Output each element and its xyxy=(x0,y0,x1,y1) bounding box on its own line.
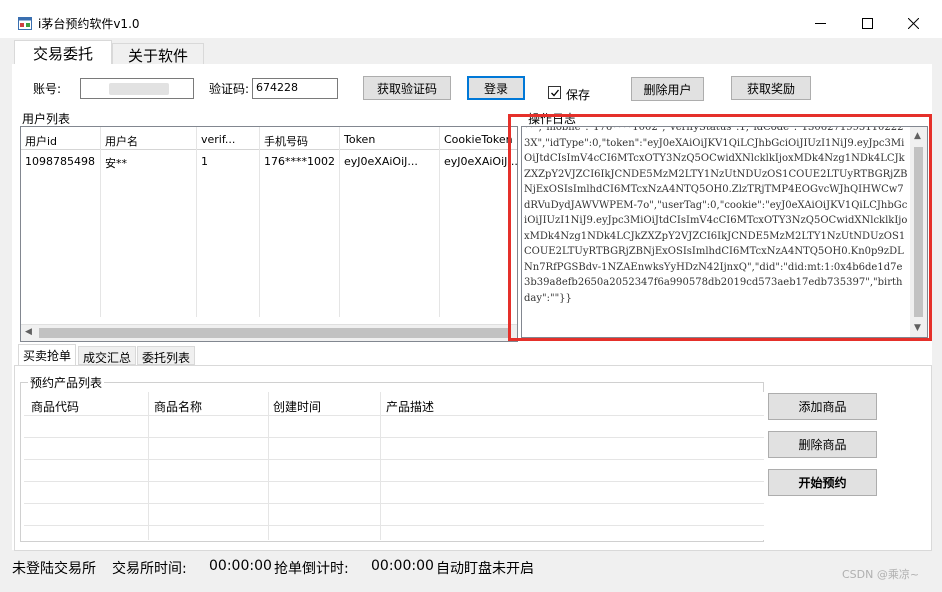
close-button[interactable] xyxy=(890,8,936,38)
tab-trade-entrust[interactable]: 交易委托 xyxy=(14,40,112,65)
col-header-cookie-token[interactable]: CookieToken xyxy=(444,133,517,146)
cell-user-id: 1098785498 xyxy=(25,155,95,168)
header-divider xyxy=(21,149,517,150)
highlight-annotation-box xyxy=(508,114,932,341)
account-label: 账号: xyxy=(33,82,62,96)
tab-buy-sell[interactable]: 买卖抢单 xyxy=(18,344,77,366)
status-bar: 未登陆交易所 交易所时间: 00:00:00 抢单倒计时: 00:00:00 自… xyxy=(0,554,942,582)
start-reservation-button[interactable]: 开始预约 xyxy=(768,469,877,496)
row-divider xyxy=(24,481,764,482)
minimize-button[interactable] xyxy=(797,8,843,38)
save-label: 保存 xyxy=(566,88,591,102)
user-table[interactable]: 用户id 用户名 verif... 手机号码 Token CookieToken… xyxy=(20,126,518,342)
user-table-hscrollbar[interactable]: ◀ xyxy=(21,324,517,341)
maximize-button[interactable] xyxy=(844,8,890,38)
app-window-icon xyxy=(18,17,32,30)
countdown-label: 抢单倒计时: xyxy=(274,561,349,577)
tab-about[interactable]: 关于软件 xyxy=(112,43,204,65)
col-divider xyxy=(439,127,440,317)
col-divider xyxy=(259,127,260,317)
countdown-value: 00:00:00 xyxy=(371,558,434,574)
col-header-username[interactable]: 用户名 xyxy=(105,133,138,149)
account-input[interactable] xyxy=(80,78,194,99)
cell-mobile: 176****1002 xyxy=(264,155,335,168)
col-divider xyxy=(100,127,101,317)
code-label: 验证码: xyxy=(209,82,250,96)
window-title: i茅台预约软件v1.0 xyxy=(38,17,140,31)
get-reward-button[interactable]: 获取奖励 xyxy=(731,76,811,100)
col-header-product-code[interactable]: 商品代码 xyxy=(31,398,79,415)
login-button[interactable]: 登录 xyxy=(467,76,525,100)
checkmark-icon xyxy=(550,89,559,96)
cell-cookie-token: eyJ0eXAiOiJ... xyxy=(444,155,518,168)
delete-user-button[interactable]: 删除用户 xyxy=(631,77,704,101)
get-code-button[interactable]: 获取验证码 xyxy=(363,76,451,100)
cell-verify: 1 xyxy=(201,155,208,168)
minimize-icon xyxy=(814,22,826,24)
save-checkbox[interactable] xyxy=(548,86,561,99)
auto-monitor-status: 自动盯盘未开启 xyxy=(436,561,534,577)
col-divider xyxy=(339,127,340,317)
tab-entrust-list[interactable]: 委托列表 xyxy=(137,346,196,365)
user-list-title: 用户列表 xyxy=(22,112,71,126)
code-input[interactable]: 674228 xyxy=(252,78,338,99)
scroll-left-icon[interactable]: ◀ xyxy=(25,327,32,337)
cell-username: 安** xyxy=(105,157,127,170)
row-divider xyxy=(24,459,764,460)
col-header-token[interactable]: Token xyxy=(344,133,375,146)
login-status: 未登陆交易所 xyxy=(12,561,96,577)
product-list-title: 预约产品列表 xyxy=(28,374,105,391)
row-divider xyxy=(24,437,764,438)
col-header-verify[interactable]: verif... xyxy=(201,133,235,146)
col-divider xyxy=(196,127,197,317)
row-divider xyxy=(24,503,764,504)
col-header-product-desc[interactable]: 产品描述 xyxy=(386,398,434,415)
main-window: i茅台预约软件v1.0 交易委托 关于软件 账号: 验证码: 674228 获取… xyxy=(0,0,942,592)
maximize-icon xyxy=(861,17,873,29)
col-header-product-name[interactable]: 商品名称 xyxy=(154,398,202,415)
add-product-button[interactable]: 添加商品 xyxy=(768,393,877,420)
col-header-created-time[interactable]: 创建时间 xyxy=(273,398,321,415)
row-divider xyxy=(24,525,764,526)
product-table[interactable]: 商品代码 商品名称 创建时间 产品描述 xyxy=(24,392,764,540)
delete-product-button[interactable]: 删除商品 xyxy=(768,431,877,458)
close-icon xyxy=(907,17,919,29)
exchange-time-value: 00:00:00 xyxy=(209,558,272,574)
masked-account-value xyxy=(109,83,169,95)
csdn-watermark: CSDN @乘凉~ xyxy=(842,568,920,581)
tab-deal-summary[interactable]: 成交汇总 xyxy=(78,346,137,365)
exchange-time-label: 交易所时间: xyxy=(112,561,187,577)
col-header-mobile[interactable]: 手机号码 xyxy=(264,133,308,149)
title-bar: i茅台预约软件v1.0 xyxy=(0,0,942,38)
col-header-user-id[interactable]: 用户id xyxy=(25,133,57,149)
row-divider xyxy=(24,415,764,416)
cell-token: eyJ0eXAiOiJ... xyxy=(344,155,418,168)
scroll-thumb[interactable] xyxy=(39,328,509,338)
